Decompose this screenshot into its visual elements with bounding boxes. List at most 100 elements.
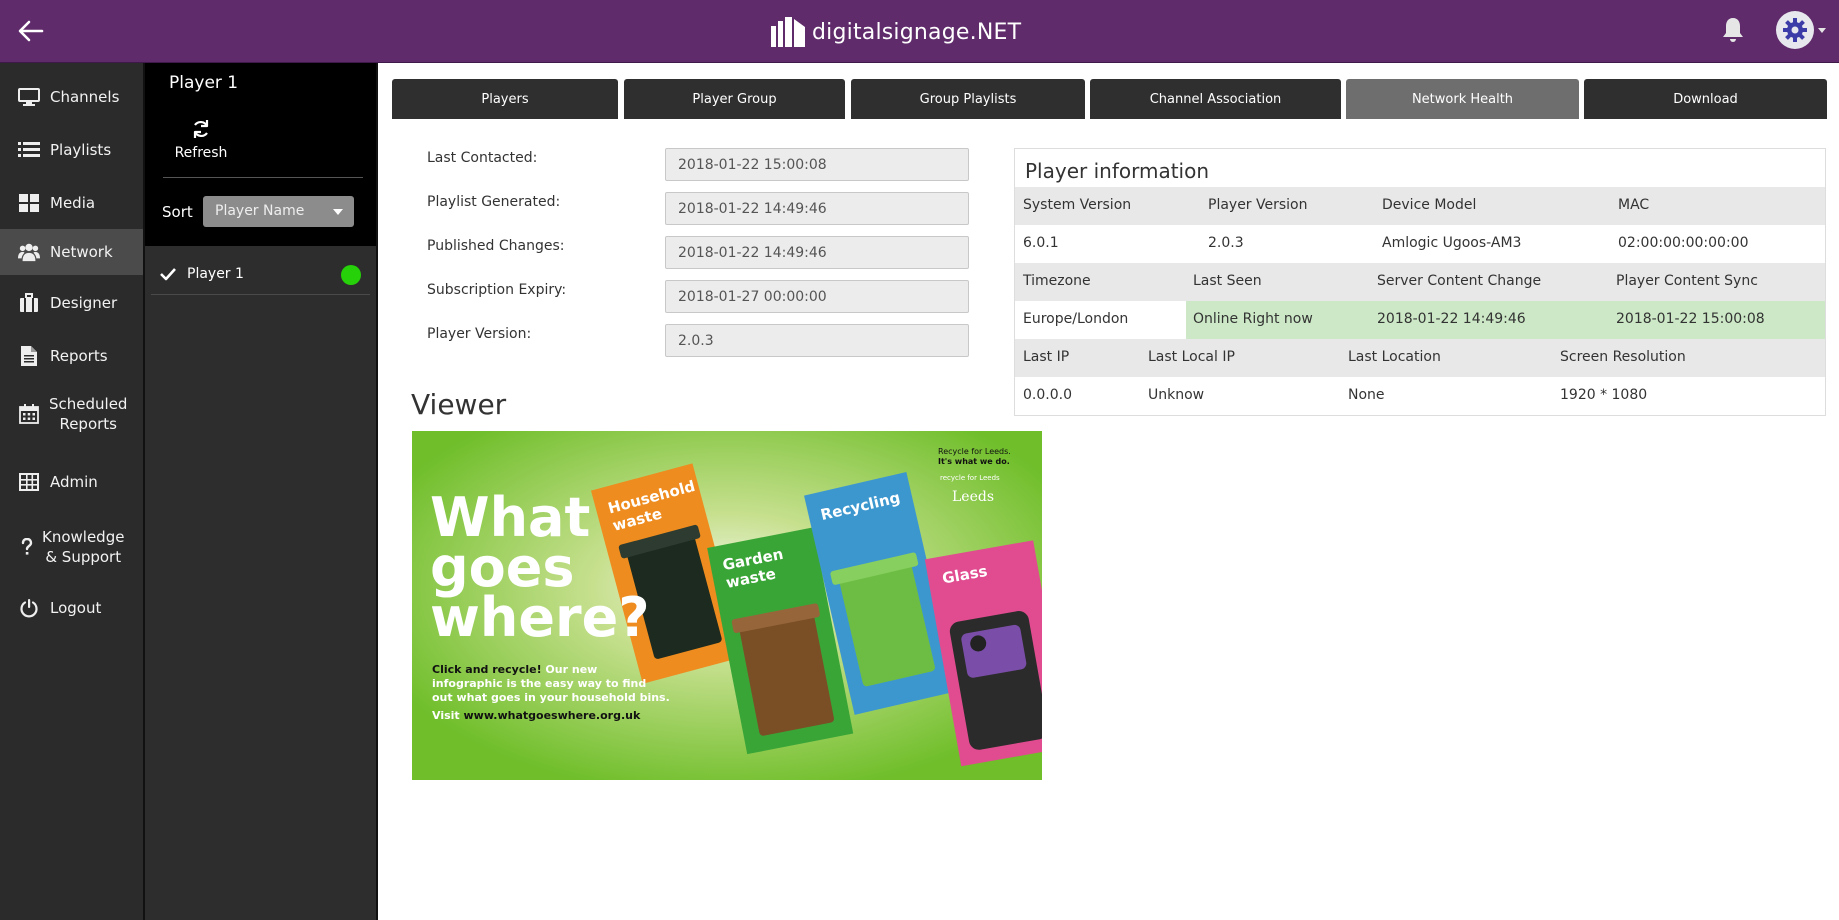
divider: [163, 177, 363, 178]
sidebar-item-label: Designer: [50, 294, 118, 312]
sidebar-item-scheduled-reports[interactable]: Scheduled Reports: [0, 390, 143, 438]
mac-header: MAC: [1618, 197, 1650, 213]
last-seen-value: Online Right now: [1193, 311, 1313, 327]
main-content: Players Player Group Group Playlists Cha…: [380, 63, 1839, 920]
tab-channel-association[interactable]: Channel Association: [1090, 79, 1341, 119]
player-version-label: Player Version:: [427, 326, 532, 342]
list-icon: [18, 139, 40, 161]
last-contacted-field[interactable]: 2018-01-22 15:00:08: [665, 148, 969, 181]
tab-network-health[interactable]: Network Health: [1346, 79, 1579, 119]
briefcase-icon: [18, 292, 40, 314]
last-contacted-label: Last Contacted:: [427, 150, 538, 166]
table-icon: [18, 471, 40, 493]
timezone-header: Timezone: [1023, 273, 1091, 289]
refresh-label: Refresh: [174, 145, 228, 161]
poster-brand-line3: recycle for Leeds: [940, 474, 1000, 482]
sort-select[interactable]: Player Name: [203, 196, 354, 227]
sidebar-item-label: Playlists: [50, 141, 112, 159]
poster-brand-line1: Recycle for Leeds.: [938, 447, 1011, 456]
settings-menu[interactable]: [1776, 10, 1826, 50]
logo-text: digitalsignage.NET: [812, 19, 1022, 45]
poster-body-line1: Click and recycle! Our new: [432, 663, 597, 676]
last-local-ip-header: Last Local IP: [1148, 349, 1235, 365]
info-header-row: Last IP Last Local IP Last Location Scre…: [1015, 339, 1825, 377]
poster-body-line2: infographic is the easy way to find: [432, 677, 646, 690]
mac-value: 02:00:00:00:00:00: [1618, 235, 1749, 251]
sidebar-item-media[interactable]: Media: [0, 183, 143, 223]
app-logo[interactable]: digitalsignage.NET: [770, 14, 1021, 50]
sidebar-item-label: Reports: [50, 347, 108, 365]
sidebar-item-reports[interactable]: Reports: [0, 336, 143, 376]
player-version-field[interactable]: 2.0.3: [665, 324, 969, 357]
sidebar-item-label: Scheduled Reports: [49, 395, 128, 433]
main-sidebar: Channels Playlists Media Network Designe…: [0, 63, 143, 920]
bell-icon[interactable]: [1718, 15, 1748, 45]
online-status-dot: [341, 265, 361, 285]
poster-body-line3: out what goes in your household bins.: [432, 691, 670, 704]
published-changes-label: Published Changes:: [427, 238, 565, 254]
back-arrow-icon[interactable]: [14, 14, 48, 48]
system-version-value: 6.0.1: [1023, 235, 1059, 251]
refresh-icon: [193, 120, 209, 138]
users-icon: [18, 241, 40, 263]
screen-resolution-header: Screen Resolution: [1560, 349, 1686, 365]
sidebar-item-network[interactable]: Network: [0, 229, 143, 275]
document-icon: [18, 345, 40, 367]
tab-players[interactable]: Players: [392, 79, 618, 119]
sort-label: Sort: [162, 203, 193, 221]
info-header-row: System Version Player Version Device Mod…: [1015, 187, 1825, 225]
sidebar-item-playlists[interactable]: Playlists: [0, 130, 143, 170]
player-content-sync-header: Player Content Sync: [1616, 273, 1758, 289]
last-ip-value: 0.0.0.0: [1023, 387, 1072, 403]
poster-body-line4: Visit www.whatgoeswhere.org.uk: [432, 709, 641, 722]
player-information-title: Player information: [1025, 159, 1210, 183]
info-value-row: 6.0.1 2.0.3 Amlogic Ugoos-AM3 02:00:00:0…: [1015, 225, 1825, 263]
tab-player-group[interactable]: Player Group: [624, 79, 845, 119]
sidebar-item-label: Channels: [50, 88, 120, 106]
player-panel-title: Player 1: [169, 73, 239, 93]
tab-group-playlists[interactable]: Group Playlists: [851, 79, 1085, 119]
last-location-value: None: [1348, 387, 1385, 403]
tab-download[interactable]: Download: [1584, 79, 1827, 119]
timezone-value: Europe/London: [1023, 311, 1129, 327]
system-version-header: System Version: [1023, 197, 1132, 213]
question-icon: [16, 536, 38, 558]
grid-icon: [18, 192, 40, 214]
sidebar-item-label: Admin: [50, 473, 98, 491]
info-value-row: Europe/London Online Right now 2018-01-2…: [1015, 301, 1825, 339]
sidebar-item-designer[interactable]: Designer: [0, 283, 143, 323]
poster-brand-line2: It's what we do.: [938, 457, 1010, 466]
poster-headline-line3: where?: [430, 586, 650, 649]
player-version-value: 2.0.3: [1208, 235, 1244, 251]
server-content-change-header: Server Content Change: [1377, 273, 1542, 289]
published-changes-field[interactable]: 2018-01-22 14:49:46: [665, 236, 969, 269]
sidebar-item-label: Knowledge & Support: [42, 528, 125, 566]
sort-select-value: Player Name: [215, 203, 305, 219]
player-panel-header: Player 1 Refresh Sort Player Name: [145, 63, 376, 246]
screen-resolution-value: 1920 * 1080: [1560, 387, 1648, 403]
sidebar-item-label: Media: [50, 194, 96, 212]
checkmark-icon: [160, 268, 176, 281]
playlist-generated-field[interactable]: 2018-01-22 14:49:46: [665, 192, 969, 225]
player-information-panel: Player information System Version Player…: [1014, 148, 1826, 416]
last-ip-header: Last IP: [1023, 349, 1070, 365]
last-local-ip-value: Unknow: [1148, 387, 1205, 403]
device-model-value: Amlogic Ugoos-AM3: [1382, 235, 1522, 251]
subscription-expiry-field[interactable]: 2018-01-27 00:00:00: [665, 280, 969, 313]
last-location-header: Last Location: [1348, 349, 1441, 365]
sidebar-item-logout[interactable]: Logout: [0, 588, 143, 628]
sidebar-item-label: Logout: [50, 599, 102, 617]
device-model-header: Device Model: [1382, 197, 1477, 213]
calendar-icon: [18, 403, 40, 425]
sidebar-item-knowledge-support[interactable]: Knowledge & Support: [0, 523, 143, 571]
viewer-title: Viewer: [411, 388, 507, 421]
player-version-header: Player Version: [1208, 197, 1308, 213]
monitor-icon: [18, 86, 40, 108]
player-list-item[interactable]: Player 1: [151, 255, 370, 295]
player-panel: Player 1 Refresh Sort Player Name Player…: [143, 63, 378, 920]
sidebar-item-admin[interactable]: Admin: [0, 462, 143, 502]
last-seen-header: Last Seen: [1193, 273, 1262, 289]
refresh-button[interactable]: Refresh: [171, 119, 231, 161]
sidebar-item-channels[interactable]: Channels: [0, 77, 143, 117]
gear-icon: [1776, 11, 1814, 49]
